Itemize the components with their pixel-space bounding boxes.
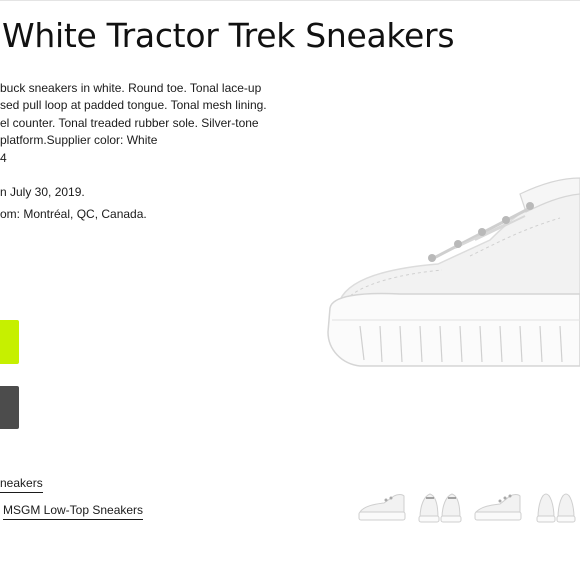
product-title: White Tractor Trek Sneakers xyxy=(2,16,455,55)
wishlist-button[interactable] xyxy=(0,386,19,429)
product-description: buck sneakers in white. Round toe. Tonal… xyxy=(0,80,290,167)
thumbnail-angle-view[interactable] xyxy=(472,484,524,528)
related-product-link-msgm[interactable]: MSGM Low-Top Sneakers xyxy=(3,503,144,520)
description-line: 4 xyxy=(0,150,7,165)
description-line: sed pull loop at padded tongue. Tonal me… xyxy=(0,98,267,113)
thumbnail-side-view[interactable] xyxy=(356,484,408,528)
description-line: buck sneakers in white. Round toe. Tonal… xyxy=(0,81,262,95)
product-main-image[interactable] xyxy=(320,160,580,380)
top-divider xyxy=(0,0,580,1)
description-line: platform.Supplier color: White xyxy=(0,133,158,148)
product-thumbnails xyxy=(356,484,580,528)
release-date: n July 30, 2019. xyxy=(0,185,85,199)
made-in-origin: om: Montréal, QC, Canada. xyxy=(0,207,147,221)
sneaker-illustration xyxy=(327,177,580,367)
related-product-link[interactable]: neakers xyxy=(0,476,43,493)
thumbnail-back-view[interactable] xyxy=(534,484,580,528)
description-line: el counter. Tonal treaded rubber sole. S… xyxy=(0,115,259,130)
thumbnail-front-pair[interactable] xyxy=(414,484,466,528)
add-to-bag-button[interactable] xyxy=(0,320,19,364)
